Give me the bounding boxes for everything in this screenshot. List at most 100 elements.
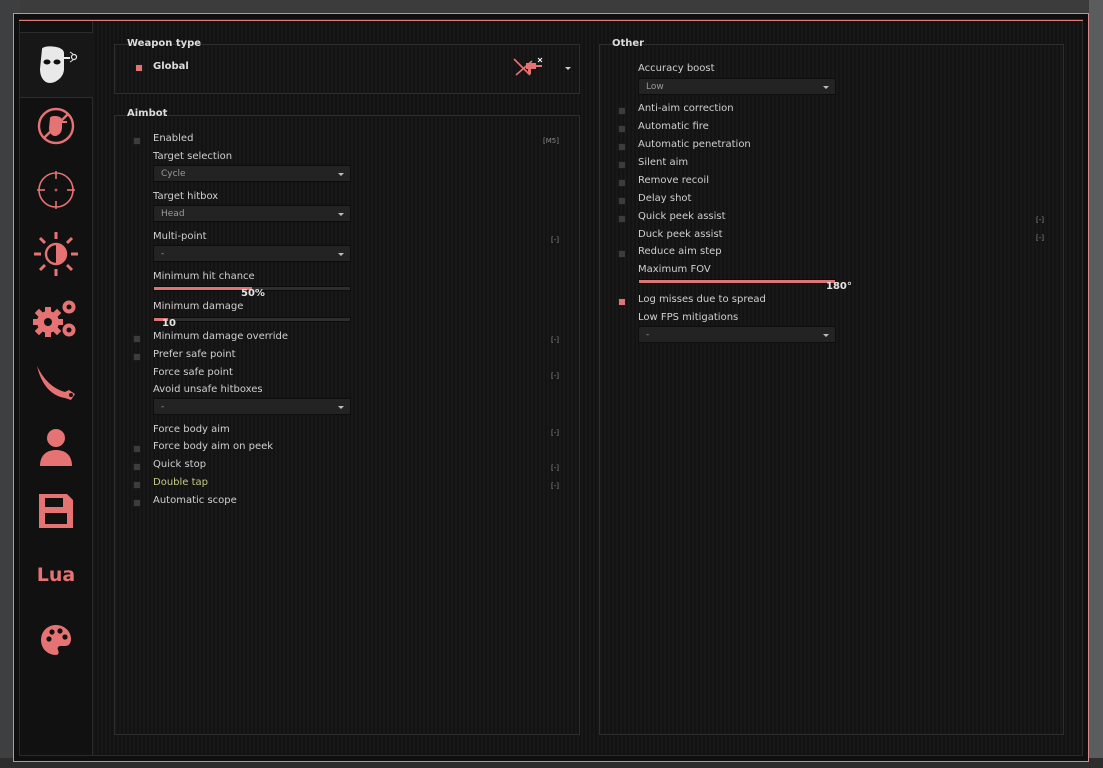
min-damage-label: Minimum damage	[153, 301, 244, 312]
group-title-weapon-type: Weapon type	[127, 38, 202, 49]
multipoint-keybind[interactable]: [-]	[551, 236, 559, 244]
multipoint-label: Multi-point	[153, 231, 207, 242]
max-fov-fill	[639, 280, 835, 283]
automatic-scope-label: Automatic scope	[153, 495, 237, 506]
gears-icon	[33, 300, 76, 337]
crossed-head-icon	[37, 107, 75, 145]
tab-theme[interactable]	[20, 608, 92, 672]
enabled-keybind[interactable]: [M5]	[543, 137, 559, 145]
tab-misc[interactable]	[20, 286, 92, 350]
quick-peek-keybind[interactable]: [-]	[1036, 216, 1044, 224]
tab-visuals[interactable]	[20, 222, 92, 286]
min-damage-override-checkbox[interactable]	[133, 335, 141, 343]
crosshair-icon	[37, 171, 75, 209]
max-fov-label: Maximum FOV	[638, 264, 711, 275]
multipoint-dropdown[interactable]: -	[153, 245, 351, 262]
desktop-background-top	[0, 0, 1103, 13]
enabled-label: Enabled	[153, 133, 194, 144]
quick-peek-checkbox[interactable]	[618, 215, 626, 223]
reduce-aim-step-label: Reduce aim step	[638, 246, 722, 257]
anti-aim-correction-checkbox[interactable]	[618, 107, 626, 115]
lua-label: Lua	[36, 564, 76, 586]
min-damage-override-label: Minimum damage override	[153, 331, 289, 342]
tab-players[interactable]	[20, 415, 92, 479]
double-tap-label: Double tap	[153, 477, 209, 488]
menu-window: Lua Weapon type Global Aimbot Enabled [M…	[13, 13, 1089, 762]
automatic-penetration-checkbox[interactable]	[618, 143, 626, 151]
target-hitbox-dropdown[interactable]: Head	[153, 205, 351, 222]
content-area: Weapon type Global Aimbot Enabled [M5] T…	[93, 21, 1082, 755]
prefer-safe-point-checkbox[interactable]	[133, 353, 141, 361]
chevron-down-icon	[823, 334, 829, 337]
palette-icon	[41, 625, 71, 655]
quick-peek-label: Quick peek assist	[638, 211, 726, 222]
delay-shot-checkbox[interactable]	[618, 197, 626, 205]
reduce-aim-step-checkbox[interactable]	[618, 250, 626, 258]
duck-peek-keybind[interactable]: [-]	[1036, 234, 1044, 242]
target-selection-value: Cycle	[161, 169, 186, 179]
min-damage-override-keybind[interactable]: [-]	[551, 336, 559, 344]
remove-recoil-label: Remove recoil	[638, 175, 709, 186]
silent-aim-label: Silent aim	[638, 157, 689, 168]
tab-skins[interactable]	[20, 351, 92, 415]
weapon-type-value[interactable]: Global	[153, 61, 189, 72]
chevron-down-icon	[823, 86, 829, 89]
delay-shot-label: Delay shot	[638, 193, 692, 204]
target-selection-label: Target selection	[153, 151, 233, 162]
automatic-fire-label: Automatic fire	[638, 121, 709, 132]
avoid-unsafe-label: Avoid unsafe hitboxes	[153, 384, 263, 395]
multipoint-value: -	[161, 249, 165, 259]
low-fps-value: -	[646, 330, 650, 340]
quick-stop-label: Quick stop	[153, 459, 207, 470]
low-fps-label: Low FPS mitigations	[638, 312, 739, 323]
tab-anti-aim[interactable]	[20, 94, 92, 158]
target-selection-dropdown[interactable]: Cycle	[153, 165, 351, 182]
max-fov-value: 180°	[826, 281, 852, 292]
accuracy-boost-label: Accuracy boost	[638, 63, 715, 74]
chevron-down-icon	[338, 253, 344, 256]
force-body-aim-peek-checkbox[interactable]	[133, 445, 141, 453]
tab-lua[interactable]: Lua	[20, 543, 92, 607]
chevron-down-icon	[338, 213, 344, 216]
double-tap-checkbox[interactable]	[133, 481, 141, 489]
automatic-fire-checkbox[interactable]	[618, 125, 626, 133]
low-fps-dropdown[interactable]: -	[638, 326, 836, 343]
avoid-unsafe-dropdown[interactable]: -	[153, 398, 351, 415]
tab-legit[interactable]	[20, 158, 92, 222]
desktop-background-right	[1089, 0, 1103, 768]
chevron-down-icon	[338, 173, 344, 176]
double-tap-keybind[interactable]: [-]	[551, 482, 559, 490]
target-hitbox-label: Target hitbox	[153, 191, 219, 202]
group-title-other: Other	[612, 38, 645, 49]
weapon-type-chevron-down-icon[interactable]	[565, 67, 571, 70]
min-hit-chance-value: 50%	[241, 288, 265, 299]
log-misses-checkbox[interactable]	[618, 298, 626, 306]
force-body-aim-keybind[interactable]: [-]	[551, 429, 559, 437]
min-hit-chance-label: Minimum hit chance	[153, 271, 255, 282]
min-hit-chance-fill	[154, 287, 252, 290]
quick-stop-keybind[interactable]: [-]	[551, 464, 559, 472]
accuracy-boost-dropdown[interactable]: Low	[638, 78, 836, 95]
anti-aim-correction-label: Anti-aim correction	[638, 103, 734, 114]
remove-recoil-checkbox[interactable]	[618, 179, 626, 187]
automatic-penetration-label: Automatic penetration	[638, 139, 751, 150]
chevron-down-icon	[338, 406, 344, 409]
floppy-disk-icon	[39, 494, 73, 528]
tab-rage[interactable]	[20, 32, 93, 98]
max-fov-slider[interactable]	[638, 279, 836, 284]
min-damage-value: 10	[162, 318, 176, 329]
automatic-scope-checkbox[interactable]	[133, 499, 141, 507]
prefer-safe-point-label: Prefer safe point	[153, 349, 236, 360]
weapon-type-marker	[135, 64, 143, 72]
group-title-aimbot: Aimbot	[127, 108, 168, 119]
tab-config[interactable]	[20, 479, 92, 543]
duck-peek-label: Duck peek assist	[638, 229, 723, 240]
force-safe-point-keybind[interactable]: [-]	[551, 372, 559, 380]
sidebar: Lua	[20, 21, 93, 755]
user-icon	[40, 429, 72, 466]
silent-aim-checkbox[interactable]	[618, 161, 626, 169]
enabled-checkbox[interactable]	[133, 137, 141, 145]
min-damage-slider[interactable]	[153, 317, 351, 322]
weapon-icon	[513, 57, 543, 76]
quick-stop-checkbox[interactable]	[133, 463, 141, 471]
